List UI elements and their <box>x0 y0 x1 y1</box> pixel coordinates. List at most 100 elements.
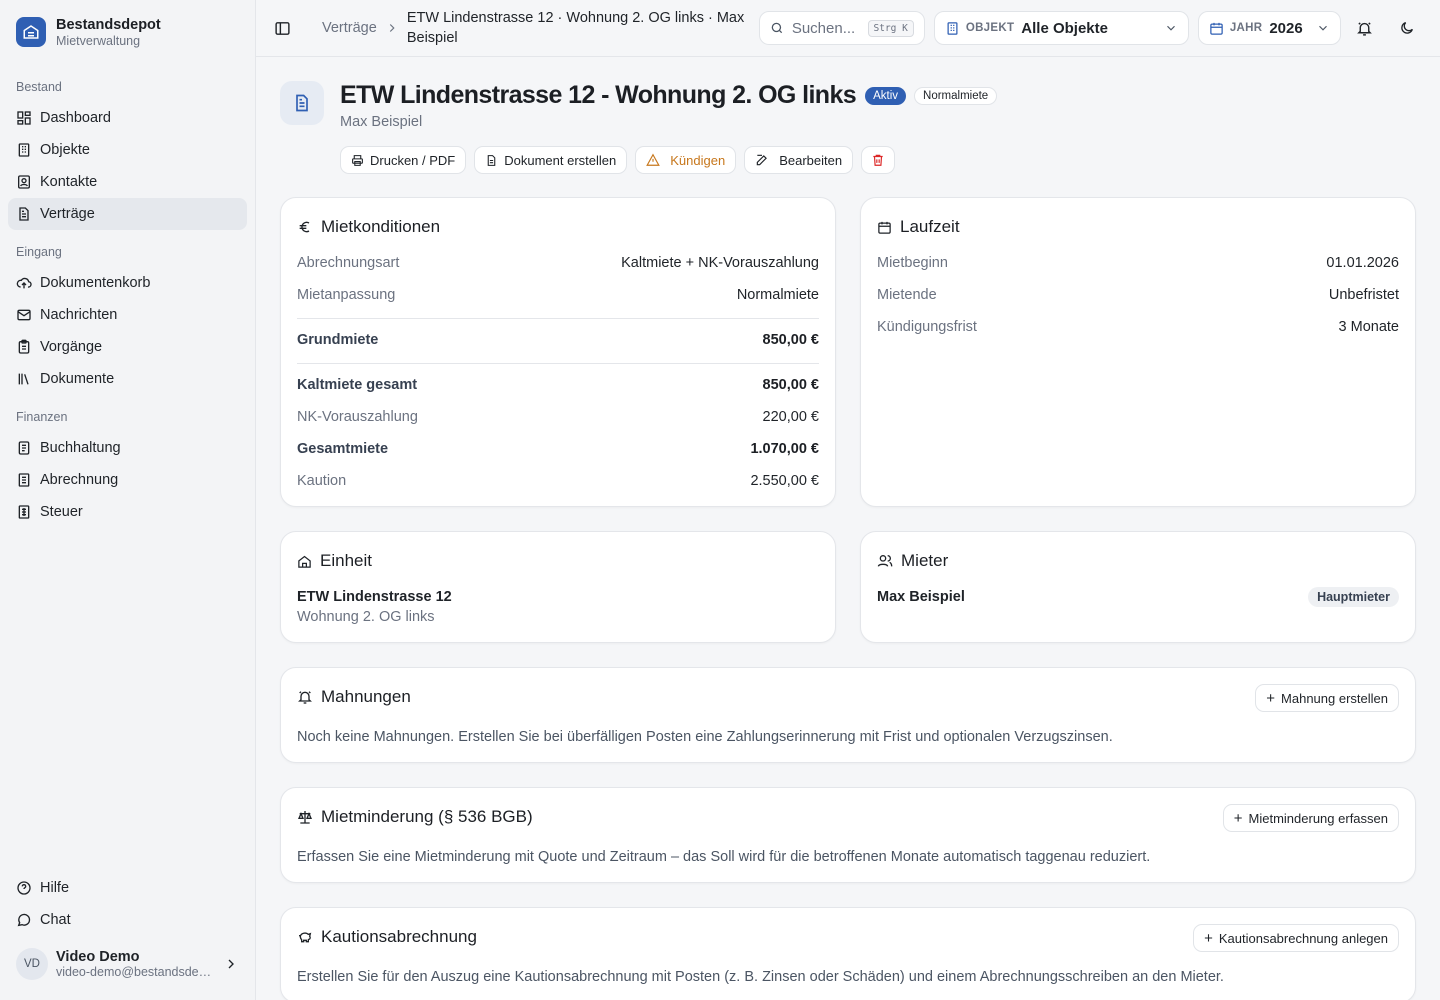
printer-icon <box>352 154 363 166</box>
record-rent-reduction-button[interactable]: + Mietminderung erfassen <box>1222 804 1399 832</box>
help-icon <box>17 881 31 895</box>
row-label: Kündigungsfrist <box>877 319 977 335</box>
sidebar-item-label: Dashboard <box>40 110 111 126</box>
user-menu[interactable]: VD Video Demo video-demo@bestandsdepot.d… <box>8 940 247 988</box>
ledger-icon <box>18 441 30 455</box>
card-header: Mahnungen <box>297 687 411 707</box>
sidebar-item-label: Buchhaltung <box>40 440 121 456</box>
euro-icon <box>299 221 310 233</box>
row-kaltmiete-gesamt: Kaltmiete gesamt 850,00 € <box>297 377 819 393</box>
moon-icon <box>1401 22 1413 34</box>
sidebar-item-label: Hilfe <box>40 880 70 896</box>
create-reminder-button[interactable]: + Mahnung erstellen <box>1255 684 1399 712</box>
search-placeholder: Suchen... <box>791 19 856 37</box>
description-text: Erfassen Sie eine Mietminderung mit Quot… <box>297 849 1151 865</box>
divider <box>297 363 819 364</box>
row-grundmiete: Grundmiete 850,00 € <box>297 332 819 348</box>
trash-icon <box>873 154 883 166</box>
object-select-value: Alle Objekte <box>1021 19 1108 37</box>
chevron-right-icon <box>228 959 234 969</box>
tenant-name-link[interactable]: Max Beispiel <box>877 589 965 605</box>
breadcrumb-link[interactable]: Verträge <box>322 20 377 36</box>
row-value: 1.070,00 € <box>750 441 819 457</box>
unit-name-link[interactable]: ETW Lindenstrasse 12 <box>297 589 452 605</box>
sidebar-item-label: Nachrichten <box>40 307 118 323</box>
status-badge: Aktiv <box>865 86 907 105</box>
card-einheit: Einheit ETW Lindenstrasse 12 Wohnung 2. … <box>280 531 836 643</box>
contact-book-icon <box>18 175 30 189</box>
document-icon <box>19 207 29 221</box>
row-label: Mietende <box>877 287 937 303</box>
sidebar-item-buchhaltung[interactable]: Buchhaltung <box>8 432 247 464</box>
print-pdf-button[interactable]: Drucken / PDF <box>340 146 467 174</box>
sidebar-bottom: Hilfe Chat VD Video Demo video-demo@best… <box>0 872 255 1000</box>
row-gesamtmiete: Gesamtmiete 1.070,00 € <box>297 441 819 457</box>
theme-toggle-button[interactable] <box>1391 12 1423 44</box>
brand[interactable]: Bestandsdepot Mietverwaltung <box>0 0 255 64</box>
card-header: Mieter <box>877 551 948 571</box>
create-deposit-settlement-button[interactable]: + Kautionsabrechnung anlegen <box>1193 924 1399 952</box>
card-mietkonditionen: Mietkonditionen Abrechnungsart Kaltmiete … <box>280 197 836 507</box>
page-title: ETW Lindenstrasse 12 - Wohnung 2. OG lin… <box>340 81 857 109</box>
year-select-value: 2026 <box>1269 19 1303 37</box>
row-label: Abrechnungsart <box>297 255 400 271</box>
search-input[interactable]: Suchen... Strg K <box>758 11 925 45</box>
create-reminder-label: Mahnung erstellen <box>1281 690 1388 706</box>
sidebar-toggle-button[interactable] <box>266 12 298 44</box>
sidebar-item-vertraege[interactable]: Verträge <box>8 198 247 230</box>
sidebar-item-objekte[interactable]: Objekte <box>8 134 247 166</box>
sidebar-item-vorgaenge[interactable]: Vorgänge <box>8 331 247 363</box>
sidebar-item-kontakte[interactable]: Kontakte <box>8 166 247 198</box>
description-text: Erstellen Sie für den Auszug eine Kautio… <box>297 969 1224 985</box>
edit-label: Bearbeiten <box>779 152 843 168</box>
unit-detail: Wohnung 2. OG links <box>297 609 435 625</box>
sidebar-item-nachrichten[interactable]: Nachrichten <box>8 299 247 331</box>
row-label: NK-Vorauszahlung <box>297 409 418 425</box>
sidebar-item-hilfe[interactable]: Hilfe <box>8 872 247 904</box>
card-title: Mietkonditionen <box>321 217 441 236</box>
notifications-button[interactable] <box>1349 12 1381 44</box>
create-document-button[interactable]: Dokument erstellen <box>474 146 628 174</box>
brand-subtitle: Mietverwaltung <box>56 33 141 48</box>
row-value: 220,00 € <box>762 409 819 425</box>
nav-section-eingang: Eingang <box>16 245 62 259</box>
sidebar-item-label: Verträge <box>40 206 95 222</box>
delete-button[interactable] <box>861 146 896 174</box>
mail-icon <box>17 309 31 321</box>
user-name: Video Demo <box>56 949 140 965</box>
card-title: Mieter <box>901 551 949 570</box>
sidebar-item-dokumentenkorb[interactable]: Dokumentenkorb <box>8 267 247 299</box>
sidebar-item-dokumente[interactable]: Dokumente <box>8 363 247 395</box>
building-icon <box>947 21 958 35</box>
edit-icon <box>756 154 768 166</box>
row-nk-vorauszahlung: NK-Vorauszahlung 220,00 € <box>297 409 819 425</box>
terminate-button[interactable]: Kündigen <box>635 146 737 174</box>
plus-icon: + <box>1266 689 1276 707</box>
plus-icon: + <box>1204 929 1213 947</box>
sidebar-item-chat[interactable]: Chat <box>8 904 247 936</box>
bell-icon <box>298 691 312 704</box>
edit-button[interactable]: Bearbeiten <box>744 146 854 174</box>
file-icon <box>487 154 496 166</box>
chat-icon <box>17 913 31 927</box>
sidebar-item-dashboard[interactable]: Dashboard <box>8 102 247 134</box>
object-select[interactable]: OBJEKT Alle Objekte <box>933 11 1189 45</box>
row-value: 850,00 € <box>762 332 819 348</box>
scale-icon <box>297 811 313 824</box>
card-mietminderung: Mietminderung (§ 536 BGB) + Mietminderun… <box>280 787 1416 883</box>
contract-document-icon <box>280 81 324 125</box>
year-select-label: JAHR <box>1229 22 1263 34</box>
row-abrechnungsart: Abrechnungsart Kaltmiete + NK-Vorauszahlu… <box>297 255 819 271</box>
row-value: 850,00 € <box>762 377 819 393</box>
users-icon <box>877 555 893 567</box>
sidebar-item-label: Objekte <box>40 142 90 158</box>
breadcrumb-current: ETW Lindenstrasse 12 · Wohnung 2. OG lin… <box>406 10 745 46</box>
card-mieter: Mieter Max Beispiel Hauptmieter <box>860 531 1416 643</box>
row-label: Kaution <box>297 473 347 489</box>
clipboard-icon <box>18 339 30 354</box>
tax-document-icon <box>18 505 30 519</box>
year-select[interactable]: JAHR 2026 <box>1197 11 1341 45</box>
row-mietende: Mietende Unbefristet <box>877 287 1399 303</box>
sidebar-item-abrechnung[interactable]: Abrechnung <box>8 464 247 496</box>
sidebar-item-steuer[interactable]: Steuer <box>8 496 247 528</box>
